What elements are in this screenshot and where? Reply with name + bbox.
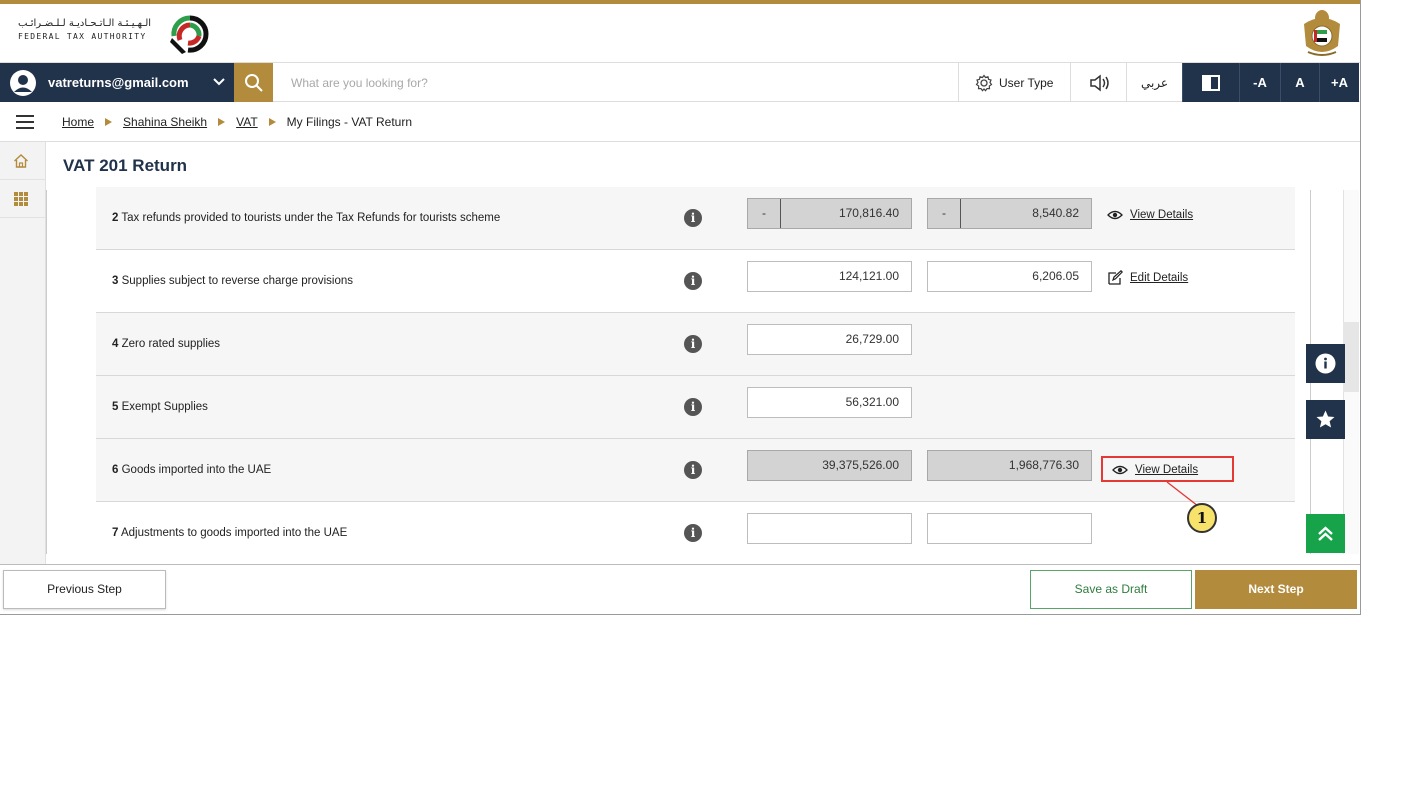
uae-emblem-icon xyxy=(1304,10,1340,56)
contrast-toggle-button[interactable] xyxy=(1182,63,1239,103)
amount-field[interactable] xyxy=(747,513,912,544)
star-icon xyxy=(1316,410,1335,428)
breadcrumb-current: My Filings - VAT Return xyxy=(286,115,413,129)
breadcrumb: Home Shahina Sheikh VAT My Filings - VAT… xyxy=(62,115,412,129)
home-icon xyxy=(14,154,28,168)
font-decrease-button[interactable]: -A xyxy=(1239,63,1280,103)
table-row: 2 Tax refunds provided to tourists under… xyxy=(96,187,1295,250)
language-toggle-arabic[interactable]: عربي xyxy=(1126,63,1182,103)
table-row: 5 Exempt Supplies i 56,321.00 xyxy=(96,376,1295,439)
info-icon[interactable]: i xyxy=(684,398,702,416)
font-normal-button[interactable]: A xyxy=(1280,63,1319,103)
breadcrumb-bar: Home Shahina Sheikh VAT My Filings - VAT… xyxy=(0,102,1360,142)
row-label: 6 Goods imported into the UAE xyxy=(112,464,272,476)
fta-logo-icon[interactable] xyxy=(166,8,214,58)
double-chevron-up-icon xyxy=(1318,526,1333,541)
gear-icon xyxy=(975,74,993,92)
vat-amount-field[interactable] xyxy=(927,513,1092,544)
panel-border-left xyxy=(46,190,47,554)
fta-logo-text[interactable]: الـهـيـئـة الـاتـحـاديـة لـلـضـرائـب FED… xyxy=(18,18,168,41)
left-rail xyxy=(0,142,46,564)
grid-icon xyxy=(14,192,28,206)
text-to-speech-button[interactable] xyxy=(1070,63,1126,103)
row-label: 7 Adjustments to goods imported into the… xyxy=(112,527,348,539)
app-window: الـهـيـئـة الـاتـحـاديـة لـلـضـرائـب FED… xyxy=(0,0,1361,615)
view-details-link[interactable]: View Details xyxy=(1107,206,1193,224)
edit-icon xyxy=(1108,270,1123,285)
amount-field[interactable]: 124,121.00 xyxy=(747,261,912,292)
user-email: vatreturns@gmail.com xyxy=(48,75,189,90)
search-input[interactable] xyxy=(279,71,939,95)
amount-field: -170,816.40 xyxy=(747,198,912,229)
page-title: VAT 201 Return xyxy=(63,156,188,175)
logo-arabic: الـهـيـئـة الـاتـحـاديـة لـلـضـرائـب xyxy=(18,18,152,29)
rail-item-home[interactable] xyxy=(0,142,46,180)
breadcrumb-user-link[interactable]: Shahina Sheikh xyxy=(123,115,207,129)
vat-sign: - xyxy=(928,199,961,228)
amount-field[interactable]: 56,321.00 xyxy=(747,387,912,418)
breadcrumb-separator-icon xyxy=(268,118,276,126)
save-as-draft-button[interactable]: Save as Draft xyxy=(1030,570,1192,609)
table-row: 7 Adjustments to goods imported into the… xyxy=(96,502,1295,564)
user-circle-icon xyxy=(10,70,36,96)
help-info-button[interactable] xyxy=(1306,344,1345,383)
breadcrumb-separator-icon xyxy=(105,118,113,126)
info-icon xyxy=(1315,353,1336,374)
rail-item-apps[interactable] xyxy=(0,180,46,218)
search-icon xyxy=(245,74,263,92)
top-toolbar: vatreturns@gmail.com User Type xyxy=(0,62,1360,103)
speaker-icon xyxy=(1090,74,1109,92)
vat-amount-field[interactable]: 6,206.05 xyxy=(927,261,1092,292)
breadcrumb-vat-link[interactable]: VAT xyxy=(236,115,258,129)
user-type-button[interactable]: User Type xyxy=(958,63,1070,103)
amount-field[interactable]: 26,729.00 xyxy=(747,324,912,355)
edit-details-link[interactable]: Edit Details xyxy=(1107,269,1188,287)
amount-field: 39,375,526.00 xyxy=(747,450,912,481)
scrollbar-thumb[interactable] xyxy=(1343,322,1359,392)
row-label: 3 Supplies subject to reverse charge pro… xyxy=(112,275,354,287)
info-icon[interactable]: i xyxy=(684,524,702,542)
table-row: 4 Zero rated supplies i 26,729.00 xyxy=(96,313,1295,376)
info-icon[interactable]: i xyxy=(684,272,702,290)
scroll-to-top-button[interactable] xyxy=(1306,514,1345,553)
amount-sign: - xyxy=(748,199,781,228)
info-icon[interactable]: i xyxy=(684,335,702,353)
main-content: VAT 201 Return 2 Tax refunds provided to… xyxy=(46,142,1359,564)
contrast-icon xyxy=(1202,75,1220,91)
hamburger-icon[interactable] xyxy=(16,115,34,129)
eye-icon xyxy=(1107,210,1123,220)
breadcrumb-separator-icon xyxy=(218,118,226,126)
previous-step-button[interactable]: Previous Step xyxy=(3,570,166,609)
row-label: 4 Zero rated supplies xyxy=(112,338,221,350)
search-button[interactable] xyxy=(234,63,273,103)
breadcrumb-home-link[interactable]: Home xyxy=(62,115,94,129)
font-increase-button[interactable]: +A xyxy=(1319,63,1359,103)
favourites-button[interactable] xyxy=(1306,400,1345,439)
footer-actions: Previous Step Save as Draft Next Step xyxy=(0,564,1360,614)
table-row: 3 Supplies subject to reverse charge pro… xyxy=(96,250,1295,313)
callout-number-badge: 1 xyxy=(1187,503,1217,533)
vat-amount-field: -8,540.82 xyxy=(927,198,1092,229)
user-type-label: User Type xyxy=(999,76,1054,90)
view-details-highlight xyxy=(1101,456,1234,482)
logo-english: FEDERAL TAX AUTHORITY xyxy=(18,32,147,41)
next-step-button[interactable]: Next Step xyxy=(1195,570,1357,609)
row-label: 5 Exempt Supplies xyxy=(112,401,208,413)
header: الـهـيـئـة الـاتـحـاديـة لـلـضـرائـب FED… xyxy=(0,4,1360,62)
row-label: 2 Tax refunds provided to tourists under… xyxy=(112,212,501,224)
chevron-down-icon[interactable] xyxy=(212,75,226,89)
user-menu[interactable]: vatreturns@gmail.com xyxy=(0,63,234,103)
info-icon[interactable]: i xyxy=(684,461,702,479)
vat-amount-field: 1,968,776.30 xyxy=(927,450,1092,481)
info-icon[interactable]: i xyxy=(684,209,702,227)
